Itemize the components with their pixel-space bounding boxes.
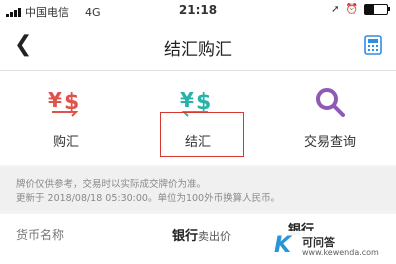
currency-name-header: 货币名称 bbox=[16, 228, 65, 242]
notice-line-1: 牌价仅供参考，交易时以实际成交牌价为准。 bbox=[16, 179, 207, 190]
transaction-query-label: 交易查询 bbox=[303, 135, 356, 150]
rate-notice: 牌价仅供参考，交易时以实际成交牌价为准。 更新于 2018/08/18 05:3… bbox=[0, 167, 396, 211]
buy-fx-label: 购汇 bbox=[52, 135, 79, 150]
nav-bar: ❮ 结汇购汇 bbox=[0, 22, 396, 71]
bank-label: 银行 bbox=[172, 229, 199, 244]
page-title: 结汇购汇 bbox=[164, 40, 232, 60]
calculator-icon[interactable] bbox=[364, 35, 382, 55]
highlight-box bbox=[160, 112, 244, 157]
status-bar: 中国电信 4G 21:18 ➚ ⏰ bbox=[0, 0, 396, 22]
battery-icon bbox=[364, 4, 390, 15]
watermark-url: www.kewenda.com bbox=[302, 248, 379, 257]
status-right: ➚ ⏰ bbox=[331, 4, 390, 15]
alarm-icon: ⏰ bbox=[345, 4, 358, 15]
sell-price-label: 卖出价 bbox=[198, 230, 232, 243]
search-icon bbox=[316, 88, 345, 117]
svg-text:¥: ¥ bbox=[180, 88, 194, 112]
buy-fx-icon: ¥ $ bbox=[48, 88, 79, 117]
notice-line-2: 更新于 2018/08/18 05:30:00。单位为100外币换算人民币。 bbox=[16, 193, 281, 204]
bank-sell-price-header: 银行卖出价 bbox=[172, 225, 231, 244]
svg-text:¥: ¥ bbox=[48, 88, 62, 112]
buy-fx-button[interactable]: ¥ $ 购汇 bbox=[0, 71, 132, 165]
watermark-letter: K bbox=[274, 233, 292, 258]
transaction-query-button[interactable]: 交易查询 bbox=[264, 71, 396, 165]
location-icon: ➚ bbox=[331, 4, 340, 15]
watermark-logo: K 可问答 www.kewenda.com bbox=[268, 231, 379, 261]
